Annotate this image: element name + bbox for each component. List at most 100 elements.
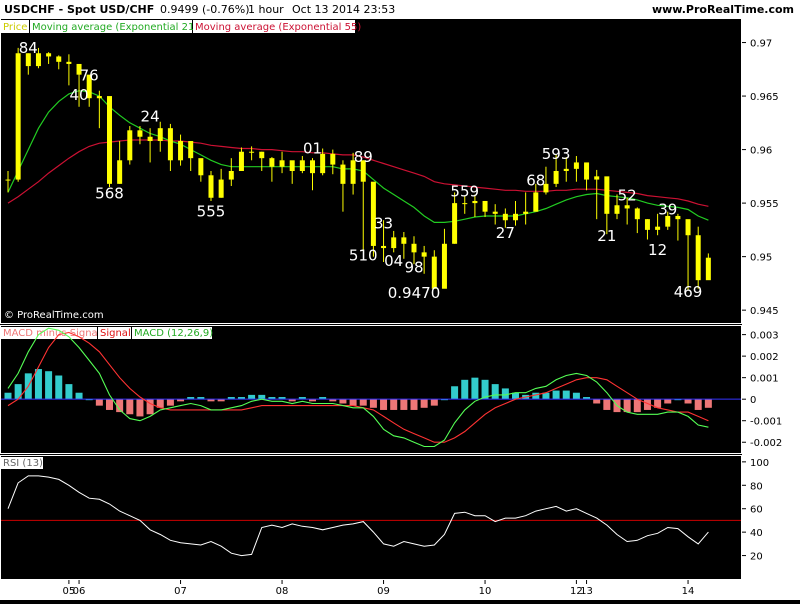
macd-histogram-bar bbox=[166, 399, 174, 406]
watermark: © ProRealTime.com bbox=[4, 310, 104, 321]
candle-body bbox=[66, 61, 72, 64]
x-tick-label: 10 bbox=[479, 586, 492, 597]
candle-body bbox=[391, 237, 397, 249]
last-quote: 0.9499 (-0.76%) bbox=[160, 3, 249, 16]
candle-body bbox=[573, 162, 579, 169]
candle-body bbox=[310, 160, 315, 174]
macd-histogram-bar bbox=[562, 390, 570, 400]
macd-histogram-bar bbox=[359, 399, 367, 406]
price-annotation: 0.9470 bbox=[388, 284, 441, 302]
candle-body bbox=[167, 128, 173, 161]
x-tick-label: 09 bbox=[377, 586, 390, 597]
macd-histogram-bar bbox=[430, 399, 438, 406]
macd-histogram-bar bbox=[369, 399, 377, 408]
price-annotation: 27 bbox=[496, 224, 515, 242]
price-annotation: 555 bbox=[197, 203, 226, 221]
price-annotation: 33 bbox=[374, 214, 393, 232]
candle-body bbox=[452, 203, 458, 244]
price-annotation: 68 bbox=[526, 172, 545, 190]
candle-body bbox=[330, 153, 336, 165]
candle-body bbox=[117, 160, 123, 184]
price-annotation: 21 bbox=[597, 227, 616, 245]
macd-histogram-bar bbox=[136, 399, 144, 417]
macd-histogram-bar bbox=[339, 399, 347, 404]
timestamp: Oct 13 2014 23:53 bbox=[292, 3, 395, 16]
candle-body bbox=[381, 245, 387, 249]
x-tick-label: 06 bbox=[73, 586, 86, 597]
price-ytick-label: 0.945 bbox=[750, 306, 779, 317]
candle-body bbox=[228, 171, 234, 180]
timeframe: 1 hour bbox=[248, 3, 284, 16]
candle-body bbox=[523, 211, 529, 214]
candle-body bbox=[15, 53, 21, 180]
candle-body bbox=[563, 168, 569, 171]
candle-body bbox=[279, 160, 285, 167]
price-annotation: 40 bbox=[70, 86, 89, 104]
candle-body bbox=[178, 141, 184, 161]
macd-histogram-bar bbox=[349, 399, 357, 406]
macd-ytick-label: 0.003 bbox=[750, 331, 779, 342]
macd-histogram-bar bbox=[258, 394, 266, 400]
x-axis-strip bbox=[0, 580, 800, 600]
x-tick-label: 07 bbox=[174, 586, 187, 597]
legend-hist: MACD minus Signal bbox=[3, 328, 100, 339]
price-ytick-label: 0.965 bbox=[750, 92, 779, 103]
price-ytick-label: 0.96 bbox=[750, 146, 772, 157]
legend-macd: MACD (12,26,9) bbox=[134, 328, 213, 339]
legend-ema55: Moving average (Exponential 55) bbox=[195, 22, 361, 33]
rsi-legend: RSI (13) bbox=[1, 457, 43, 469]
price-annotation: 39 bbox=[658, 200, 677, 218]
price-annotation: 01 bbox=[303, 139, 322, 157]
macd-histogram-bar bbox=[572, 392, 580, 400]
macd-histogram-bar bbox=[55, 375, 63, 400]
macd-histogram-bar bbox=[704, 399, 712, 408]
price-annotation: 593 bbox=[542, 145, 571, 163]
macd-histogram-bar bbox=[400, 399, 408, 410]
candle-body bbox=[137, 130, 143, 137]
chart-window: USDCHF - Spot USD/CHF 0.9499 (-0.76%) 1 … bbox=[0, 0, 800, 600]
macd-histogram-bar bbox=[491, 384, 499, 400]
candle-body bbox=[218, 179, 224, 198]
candle-body bbox=[472, 200, 478, 204]
candle-body bbox=[502, 213, 508, 221]
price-annotation: 469 bbox=[674, 283, 703, 301]
candle-body bbox=[157, 128, 163, 142]
price-annotation: 84 bbox=[19, 39, 38, 57]
price-annotation: 76 bbox=[80, 67, 99, 85]
site-url: www.ProRealTime.com bbox=[652, 3, 794, 16]
price-annotation: 24 bbox=[141, 107, 160, 125]
candle-body bbox=[208, 175, 214, 198]
price-legend: Price Moving average (Exponential 21) Mo… bbox=[1, 20, 361, 33]
price-annotation: 52 bbox=[618, 187, 637, 205]
candle-body bbox=[685, 219, 691, 236]
macd-histogram-bar bbox=[65, 384, 73, 400]
candle-body bbox=[594, 176, 600, 180]
price-annotation: 12 bbox=[648, 241, 667, 259]
candle-body bbox=[462, 203, 468, 205]
candle-body bbox=[482, 200, 488, 212]
rsi-ytick-label: 40 bbox=[750, 528, 763, 539]
macd-ytick-label: 0.001 bbox=[750, 374, 779, 385]
macd-histogram-bar bbox=[603, 399, 611, 410]
rsi-ytick-label: 80 bbox=[750, 481, 763, 492]
candle-body bbox=[705, 257, 711, 281]
candle-body bbox=[553, 171, 559, 184]
macd-legend: MACD minus Signal Signal MACD (12,26,9) bbox=[1, 327, 213, 339]
macd-histogram-bar bbox=[694, 399, 702, 410]
rsi-ytick-label: 100 bbox=[750, 458, 769, 469]
x-tick-label: 14 bbox=[682, 586, 695, 597]
legend-signal: Signal bbox=[100, 328, 131, 339]
candle-body bbox=[249, 151, 255, 153]
macd-histogram-bar bbox=[501, 388, 509, 400]
macd-ytick-label: 0 bbox=[750, 395, 756, 406]
price-annotation: 04 bbox=[384, 252, 403, 270]
price-annotation: 568 bbox=[95, 184, 124, 202]
candle-body bbox=[259, 151, 265, 159]
macd-histogram-bar bbox=[684, 399, 692, 404]
macd-histogram-bar bbox=[106, 399, 113, 410]
candle-body bbox=[421, 252, 427, 257]
candle-body bbox=[695, 235, 701, 281]
x-tick-label: 08 bbox=[276, 586, 289, 597]
price-ytick-label: 0.97 bbox=[750, 39, 772, 50]
candle-body bbox=[96, 96, 102, 99]
